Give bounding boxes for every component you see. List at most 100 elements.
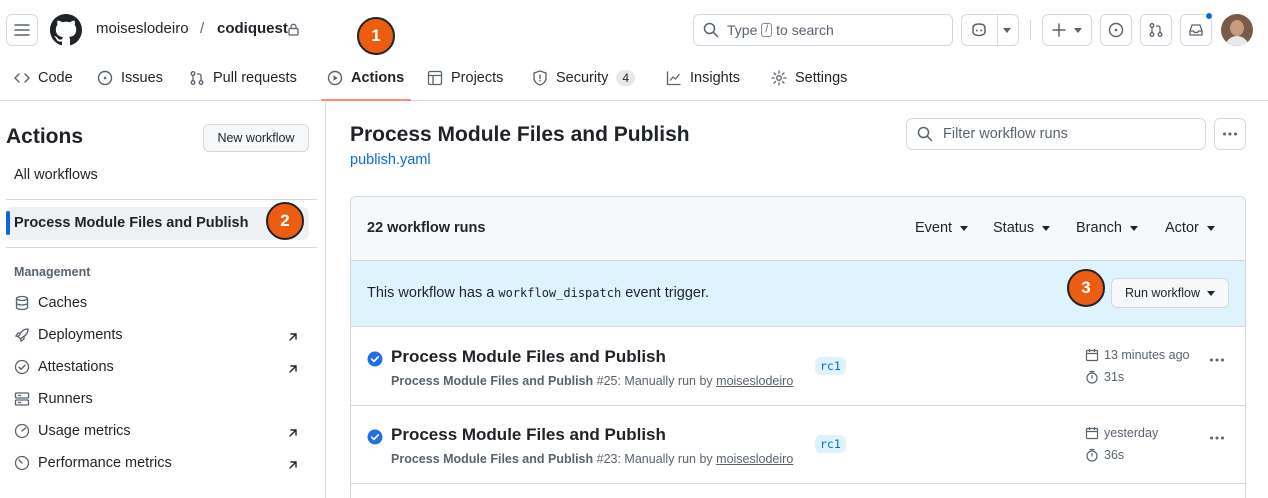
- stopwatch-icon: [1086, 448, 1098, 462]
- run-description: Process Module Files and Publish #23: Ma…: [391, 452, 793, 466]
- issue-opened-icon: [97, 70, 113, 86]
- link-external-icon: [289, 333, 297, 341]
- issue-opened-icon: [1108, 22, 1124, 38]
- sidebar-item-active-label[interactable]: Process Module Files and Publish: [14, 215, 248, 231]
- branch-label[interactable]: rc1: [815, 357, 846, 375]
- sidebar-divider-line: [6, 199, 317, 200]
- sidebar-item-label: Caches: [38, 295, 88, 311]
- issues-button[interactable]: [1100, 14, 1132, 46]
- filter-runs-input[interactable]: Filter workflow runs: [906, 118, 1206, 150]
- filter-status-dropdown[interactable]: Status: [993, 220, 1051, 236]
- run-actor-link[interactable]: moiseslodeiro: [716, 374, 793, 388]
- plus-icon: [1052, 23, 1066, 37]
- tab-pull-requests[interactable]: Pull requests: [189, 66, 297, 90]
- database-icon: [15, 295, 29, 311]
- run-title[interactable]: Process Module Files and Publish: [391, 347, 666, 367]
- create-new-button[interactable]: [1042, 14, 1092, 46]
- filter-label: Actor: [1165, 220, 1199, 236]
- tab-label: Actions: [351, 70, 405, 86]
- search-input[interactable]: Type / to search: [693, 14, 953, 46]
- kebab-horizontal-icon[interactable]: [1209, 436, 1225, 440]
- copilot-icon: [971, 23, 986, 37]
- workflow-title: Process Module Files and Publish: [350, 123, 690, 146]
- dispatch-pre: This workflow has a: [367, 285, 495, 301]
- filter-label: Branch: [1076, 220, 1122, 236]
- shield-icon: [533, 70, 547, 86]
- sidebar-item-runners[interactable]: Runners: [14, 391, 93, 407]
- table-row[interactable]: Process Module Files and Publish Process…: [351, 406, 1245, 484]
- active-item-indicator: [6, 211, 10, 235]
- tab-security[interactable]: Security 4: [532, 66, 636, 90]
- run-description: Process Module Files and Publish #25: Ma…: [391, 374, 793, 388]
- graph-icon: [14, 423, 30, 439]
- sidebar-item-performance-metrics[interactable]: Performance metrics: [14, 455, 172, 471]
- github-logo-icon[interactable]: [50, 14, 82, 46]
- sidebar-item-attestations[interactable]: Attestations: [14, 359, 114, 375]
- runs-panel-header: 22 workflow runs Event Status Branch Act…: [351, 197, 1245, 261]
- run-title[interactable]: Process Module Files and Publish: [391, 425, 666, 445]
- table-row[interactable]: Process Module Files and Publish Process…: [351, 328, 1245, 406]
- workflow-file-link[interactable]: publish.yaml: [350, 152, 431, 168]
- tab-insights[interactable]: Insights: [666, 66, 740, 90]
- avatar[interactable]: [1221, 14, 1253, 46]
- tab-projects[interactable]: Projects: [427, 66, 503, 90]
- chevron-down-icon: [1129, 225, 1138, 231]
- sidebar-item-deployments[interactable]: Deployments: [14, 327, 123, 343]
- code-icon: [14, 73, 30, 83]
- kebab-horizontal-icon[interactable]: [1209, 358, 1225, 362]
- sidebar-item-caches[interactable]: Caches: [14, 295, 87, 311]
- sidebar-title: Actions: [6, 125, 84, 148]
- link-external-icon: [289, 365, 297, 373]
- runs-count: 22 workflow runs: [367, 220, 486, 236]
- filter-event-dropdown[interactable]: Event: [915, 220, 969, 236]
- tab-issues[interactable]: Issues: [97, 66, 163, 90]
- header-divider: [1030, 20, 1031, 40]
- chevron-down-icon: [1206, 225, 1215, 231]
- chevron-down-icon: [1074, 27, 1082, 33]
- more-options-button[interactable]: [1214, 118, 1246, 150]
- search-icon: [917, 126, 933, 142]
- check-circle-fill-icon: [367, 429, 383, 445]
- breadcrumb-owner[interactable]: moiseslodeiro: [96, 20, 189, 37]
- git-pull-request-icon: [1149, 23, 1163, 37]
- run-trigger-text: : Manually run by: [617, 452, 713, 466]
- sidebar-divider: [325, 101, 326, 498]
- chevron-down-icon: [1207, 290, 1216, 296]
- run-when: yesterday: [1104, 426, 1159, 440]
- chevron-down-icon: [1042, 225, 1051, 231]
- hamburger-icon: [14, 24, 30, 36]
- graph-icon: [666, 71, 681, 86]
- workflow-runs-panel: 22 workflow runs Event Status Branch Act…: [350, 196, 1246, 498]
- inbox-icon: [1189, 24, 1203, 36]
- copilot-button[interactable]: [961, 14, 1019, 46]
- link-external-icon: [289, 429, 297, 437]
- kebab-horizontal-icon: [1223, 132, 1237, 136]
- run-duration: 36s: [1085, 448, 1124, 462]
- run-number: #23: [596, 452, 618, 466]
- run-number: #25: [596, 374, 618, 388]
- table-icon: [427, 70, 443, 86]
- tab-settings[interactable]: Settings: [771, 66, 847, 90]
- new-workflow-button[interactable]: New workflow: [203, 124, 309, 152]
- sidebar-item-usage-metrics[interactable]: Usage metrics: [14, 423, 131, 439]
- filter-actor-dropdown[interactable]: Actor: [1165, 220, 1215, 236]
- branch-label[interactable]: rc1: [815, 435, 846, 453]
- run-actor-link[interactable]: moiseslodeiro: [716, 452, 793, 466]
- pull-requests-button[interactable]: [1140, 14, 1172, 46]
- link-external-icon: [289, 461, 297, 469]
- run-workflow-button[interactable]: Run workflow: [1111, 278, 1229, 308]
- filter-placeholder: Filter workflow runs: [943, 126, 1068, 142]
- calendar-icon: [1085, 349, 1099, 362]
- tab-actions[interactable]: Actions: [327, 66, 404, 90]
- sidebar-item-all-workflows[interactable]: All workflows: [14, 167, 98, 183]
- sidebar-item-label: Deployments: [38, 327, 123, 343]
- step-badge-1: 1: [357, 17, 395, 55]
- breadcrumb-repo[interactable]: codiquest: [217, 20, 288, 37]
- run-duration-value: 36s: [1104, 448, 1125, 462]
- verified-icon: [14, 359, 30, 375]
- menu-button[interactable]: [6, 14, 38, 46]
- tab-label: Pull requests: [213, 70, 297, 86]
- filter-branch-dropdown[interactable]: Branch: [1076, 220, 1138, 236]
- tab-code[interactable]: Code: [14, 66, 73, 90]
- tab-label: Security: [556, 70, 609, 86]
